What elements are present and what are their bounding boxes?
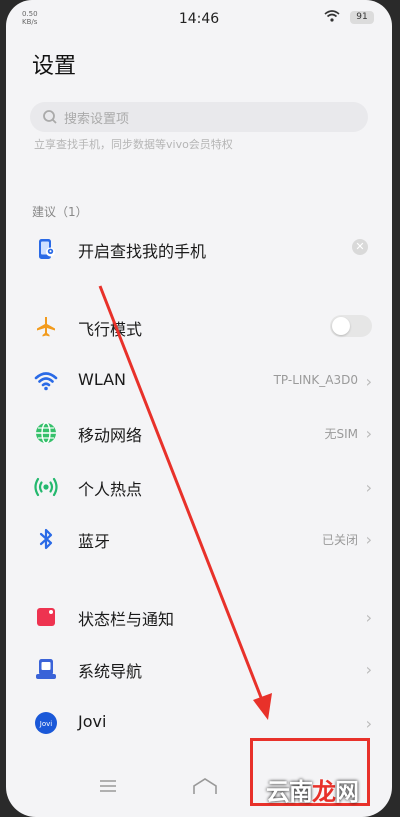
hotspot-label: 个人热点 bbox=[78, 480, 143, 499]
bluetooth-label: 蓝牙 bbox=[78, 532, 111, 551]
row-statusbar-notifications[interactable]: 状态栏与通知 › bbox=[6, 592, 392, 642]
bluetooth-value: 已关闭 bbox=[321, 533, 358, 547]
airplane-label: 飞行模式 bbox=[78, 320, 143, 339]
battery-indicator: 91 bbox=[350, 11, 374, 24]
chevron-right-icon: › bbox=[365, 714, 372, 733]
globe-icon bbox=[36, 422, 56, 444]
jovi-icon: Jovi bbox=[35, 712, 57, 734]
row-hotspot[interactable]: 个人热点 › bbox=[6, 462, 392, 512]
system-navigation-label: 系统导航 bbox=[78, 662, 143, 681]
watermark-part: 云南 bbox=[266, 778, 313, 806]
statusbar-icon bbox=[37, 608, 55, 626]
row-bluetooth[interactable]: 蓝牙 已关闭 › bbox=[6, 514, 392, 564]
chevron-right-icon: › bbox=[365, 660, 372, 679]
watermark-part: 龙 bbox=[312, 778, 336, 806]
airplane-toggle[interactable] bbox=[330, 315, 372, 337]
watermark-part: 网 bbox=[335, 778, 359, 806]
hotspot-icon bbox=[34, 477, 58, 497]
page-title: 设置 bbox=[32, 54, 77, 79]
suggestion-label: 开启查找我的手机 bbox=[78, 242, 207, 261]
search-placeholder: 搜索设置项 bbox=[64, 112, 130, 127]
mobile-network-label: 移动网络 bbox=[78, 426, 143, 445]
chevron-right-icon: › bbox=[365, 372, 372, 391]
wlan-label: WLAN bbox=[78, 370, 127, 389]
chevron-right-icon: › bbox=[365, 478, 372, 497]
search-icon bbox=[43, 110, 57, 124]
row-airplane-mode[interactable]: 飞行模式 bbox=[6, 302, 392, 352]
watermark: 云南龙网 bbox=[266, 772, 359, 807]
chevron-right-icon: › bbox=[365, 424, 372, 443]
menu-icon[interactable] bbox=[98, 779, 118, 793]
chevron-right-icon: › bbox=[365, 608, 372, 627]
airplane-icon bbox=[37, 317, 55, 337]
navigation-icon bbox=[36, 659, 56, 679]
row-system-navigation[interactable]: 系统导航 › bbox=[6, 644, 392, 694]
suggestion-find-my-phone[interactable]: 开启查找我的手机 ✕ bbox=[6, 224, 392, 274]
wifi-icon bbox=[34, 372, 58, 391]
suggestion-header: 建议（1） bbox=[32, 205, 88, 219]
row-wlan[interactable]: WLAN TP-LINK_A3D0 › bbox=[6, 356, 392, 406]
chevron-right-icon: › bbox=[365, 530, 372, 549]
vivo-account-promo[interactable]: 立享查找手机，同步数据等vivo会员特权 bbox=[34, 136, 233, 152]
statusbar-label: 状态栏与通知 bbox=[78, 610, 175, 629]
bluetooth-icon bbox=[39, 528, 53, 550]
status-wifi-icon bbox=[324, 10, 340, 22]
settings-screen: 0.50 KB/s 14:46 91 设置 搜索设置项 立享查找手机，同步数据等… bbox=[6, 0, 392, 817]
toggle-knob bbox=[332, 317, 350, 335]
jovi-label: Jovi bbox=[78, 712, 107, 731]
wlan-value: TP-LINK_A3D0 bbox=[273, 373, 358, 387]
svg-text:Jovi: Jovi bbox=[39, 720, 52, 728]
phone-locate-icon bbox=[39, 239, 55, 259]
home-icon[interactable] bbox=[192, 777, 218, 795]
mobile-network-value: 无SIM bbox=[324, 427, 358, 441]
row-mobile-network[interactable]: 移动网络 无SIM › bbox=[6, 408, 392, 458]
close-icon[interactable]: ✕ bbox=[352, 239, 368, 255]
search-input[interactable]: 搜索设置项 bbox=[30, 102, 368, 132]
status-bar: 0.50 KB/s 14:46 91 bbox=[6, 0, 392, 36]
